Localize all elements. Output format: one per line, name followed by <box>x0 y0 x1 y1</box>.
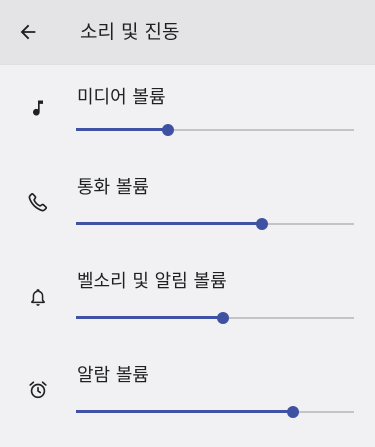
call-volume-label: 통화 볼륨 <box>77 177 149 198</box>
slider-fill <box>76 410 293 413</box>
slider-thumb[interactable] <box>217 312 230 324</box>
back-button[interactable] <box>14 18 42 46</box>
media-volume-label: 미디어 볼륨 <box>77 87 166 108</box>
slider-fill <box>76 222 263 225</box>
slider-thumb[interactable] <box>286 406 299 418</box>
back-arrow-icon <box>20 24 36 40</box>
alarm-volume-slider[interactable] <box>76 402 354 422</box>
slider-fill <box>76 316 224 319</box>
slider-thumb[interactable] <box>256 218 269 230</box>
ring-volume-label: 벨소리 및 알림 볼륨 <box>77 271 227 292</box>
ring-volume-row: 벨소리 및 알림 볼륨 <box>0 252 375 346</box>
alarm-volume-row: 알람 볼륨 <box>0 346 375 440</box>
slider-fill <box>76 128 168 131</box>
slider-thumb[interactable] <box>161 124 174 136</box>
call-volume-slider[interactable] <box>76 214 354 234</box>
media-volume-slider[interactable] <box>76 120 354 140</box>
alarm-clock-icon <box>26 378 50 402</box>
call-volume-row: 통화 볼륨 <box>0 158 375 252</box>
phone-icon <box>26 190 50 214</box>
alarm-volume-label: 알람 볼륨 <box>77 365 149 386</box>
music-note-icon <box>26 96 50 120</box>
bell-icon <box>26 285 50 309</box>
ring-volume-slider[interactable] <box>76 308 354 328</box>
media-volume-row: 미디어 볼륨 <box>0 64 375 158</box>
page-title: 소리 및 진동 <box>80 21 180 43</box>
toolbar: 소리 및 진동 <box>0 0 375 65</box>
